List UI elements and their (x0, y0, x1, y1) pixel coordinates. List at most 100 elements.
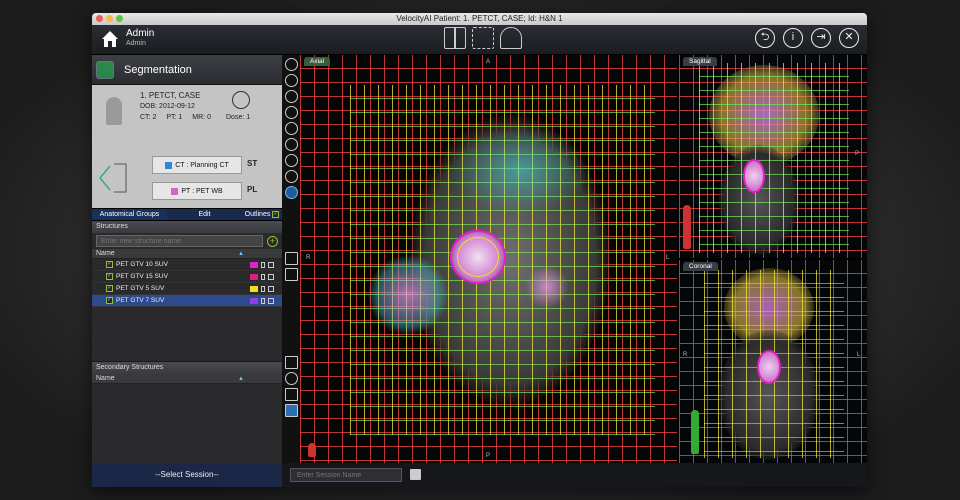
image-viewports: Axial A R L P Sagittal P Coronal R L (300, 55, 867, 463)
secondary-structures-label: Secondary Structures (92, 362, 282, 374)
pet-uptake-region (525, 265, 569, 309)
edit-icon[interactable] (268, 297, 274, 304)
main-toolbar: Admin Admin ⮌ i ⇥ ✕ (92, 25, 867, 55)
structure-row[interactable]: ✓ PET GTV 10 SUV (92, 259, 282, 271)
sort-ascending-icon[interactable]: ▲ (238, 249, 244, 259)
structure-visibility-checkbox[interactable]: ✓ (106, 273, 113, 280)
structure-name: PET GTV 10 SUV (116, 261, 168, 268)
orientation-left: L (857, 352, 861, 358)
session-name-input[interactable] (290, 468, 402, 482)
rotate-icon[interactable] (284, 154, 298, 167)
structure-color-swatch[interactable] (250, 261, 258, 268)
select-session-dropdown[interactable]: --Select Session-- (92, 463, 282, 487)
add-structure-icon[interactable]: + (267, 235, 278, 247)
edit-icon[interactable] (268, 285, 274, 292)
structure-color-swatch[interactable] (250, 273, 258, 280)
secondary-series-tag[interactable]: PL (247, 185, 257, 194)
home-icon[interactable] (100, 29, 120, 49)
primary-series-tag[interactable]: ST (247, 159, 257, 168)
lock-icon[interactable] (261, 273, 265, 280)
draw-tool-icon[interactable] (284, 186, 298, 199)
link-icon[interactable] (284, 356, 298, 369)
structure-row-selected[interactable]: ✓ PET GTV 7 SUV (92, 295, 282, 307)
app-window: VelocityAI Patient: 1. PETCT, CASE; Id: … (92, 13, 867, 487)
sort-ascending-icon[interactable]: ▲ (238, 374, 244, 384)
pt-cube-icon (171, 187, 179, 195)
tab-outlines[interactable]: Outlines ✓ (242, 209, 282, 220)
tumor-contour[interactable] (757, 350, 781, 384)
structures-column-header[interactable]: Name ▲ (92, 249, 282, 259)
sagittal-view-tab[interactable]: Sagittal (683, 57, 717, 66)
structure-tabs: Anatomical Groups Edit Outlines ✓ (92, 208, 282, 221)
structure-name: PET GTV 7 SUV (116, 297, 165, 304)
back-icon[interactable]: ⮌ (755, 28, 775, 48)
layout-icon[interactable] (444, 27, 466, 49)
zoom-icon[interactable] (284, 74, 298, 87)
window-title: VelocityAI Patient: 1. PETCT, CASE; Id: … (396, 14, 563, 23)
save-icon[interactable] (410, 469, 421, 480)
sagittal-viewport[interactable]: Sagittal P (679, 55, 867, 258)
tab-edit[interactable]: Edit (167, 209, 242, 220)
viewer-tools (282, 55, 300, 487)
tab-anatomical-groups[interactable]: Anatomical Groups (92, 209, 167, 220)
secondary-column-header[interactable]: Name ▲ (92, 374, 282, 384)
orientation-right: R (306, 255, 311, 261)
edit-icon[interactable] (268, 273, 274, 280)
crosshair-tool-icon[interactable] (284, 122, 298, 135)
outlines-checkbox[interactable]: ✓ (272, 211, 280, 218)
axial-viewport[interactable]: Axial A R L P (300, 55, 677, 463)
measure-icon[interactable] (284, 138, 298, 151)
add-overlay-icon[interactable] (284, 252, 298, 265)
orientation-left: L (666, 255, 670, 261)
edit-icon[interactable] (268, 261, 274, 268)
pet-uptake-region (368, 255, 448, 335)
film-strip-icon[interactable] (472, 27, 494, 49)
info-icon[interactable]: i (783, 28, 803, 48)
camera-icon[interactable] (284, 268, 298, 281)
patient-name: 1. PETCT, CASE (140, 91, 201, 100)
zoom-window-button[interactable] (116, 15, 123, 22)
secondary-series-label: PT : PET WB (181, 187, 223, 195)
pt-count: PT: 1 (166, 114, 183, 121)
segmentation-title: Segmentation (124, 63, 192, 76)
body-orientation-icon (308, 443, 316, 457)
structure-name: PET GTV 5 SUV (116, 285, 165, 292)
close-window-button[interactable] (96, 15, 103, 22)
dose-count: Dose: 1 (226, 114, 251, 121)
loop-icon[interactable] (284, 372, 298, 385)
toolbar-actions: ⮌ i ⇥ ✕ (755, 28, 859, 48)
structure-color-swatch[interactable] (250, 285, 258, 292)
registration-link-icon (99, 163, 127, 193)
lock-icon[interactable] (261, 261, 265, 268)
structure-visibility-checkbox[interactable]: ✓ (106, 261, 113, 268)
pan-icon[interactable] (284, 90, 298, 103)
structure-visibility-checkbox[interactable]: ✓ (106, 285, 113, 292)
structure-row[interactable]: ✓ PET GTV 15 SUV (92, 271, 282, 283)
crosshair-icon[interactable] (232, 91, 250, 109)
axial-view-tab[interactable]: Axial (304, 57, 331, 66)
patient-table-icon[interactable] (500, 27, 522, 49)
primary-series-button[interactable]: CT : Planning CT (152, 156, 242, 174)
structure-color-swatch[interactable] (250, 297, 258, 304)
histogram-icon[interactable] (284, 388, 298, 401)
tumor-contour[interactable] (743, 159, 765, 193)
new-structure-input[interactable] (96, 235, 263, 247)
secondary-series-button[interactable]: PT : PET WB (152, 182, 242, 200)
coronal-viewport[interactable]: Coronal R L (679, 260, 867, 463)
probe-icon[interactable] (284, 170, 298, 183)
lock-icon[interactable] (261, 297, 265, 304)
contrast-icon[interactable] (284, 58, 298, 71)
structure-list-empty-area (92, 307, 282, 362)
minimize-window-button[interactable] (106, 15, 113, 22)
patient-dob: DOB: 2012-09-12 (140, 103, 195, 110)
name-column-label: Name (96, 250, 115, 257)
window-level-icon[interactable] (284, 106, 298, 119)
structure-visibility-checkbox[interactable]: ✓ (106, 297, 113, 304)
coronal-view-tab[interactable]: Coronal (683, 262, 718, 271)
user-role: Admin (126, 40, 146, 47)
layout-grid-icon[interactable] (284, 404, 298, 417)
export-icon[interactable]: ⇥ (811, 28, 831, 48)
lock-icon[interactable] (261, 285, 265, 292)
close-icon[interactable]: ✕ (839, 28, 859, 48)
structure-row[interactable]: ✓ PET GTV 5 SUV (92, 283, 282, 295)
